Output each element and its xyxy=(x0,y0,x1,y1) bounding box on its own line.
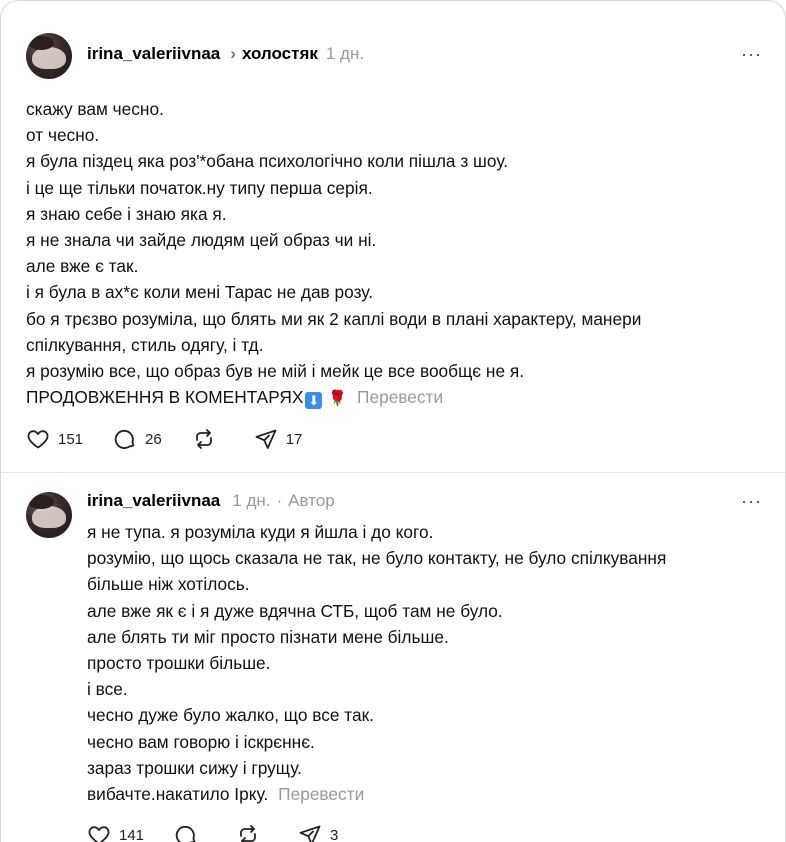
like-count: 141 xyxy=(119,826,145,842)
post-line: бо я трєзво розуміла, що блять ми як 2 к… xyxy=(26,308,642,329)
reply-line: просто трошки більше. xyxy=(87,653,271,674)
timestamp: 1 дн. xyxy=(232,491,271,510)
heart-icon xyxy=(27,430,49,449)
reply-line: але вже як є і я дуже вдячна СТБ, щоб та… xyxy=(87,600,503,621)
reply-line: чесно дуже було жалко, що все так. xyxy=(87,705,374,726)
like-count: 151 xyxy=(58,430,84,448)
username[interactable]: irina_valeriivnaa xyxy=(87,491,220,511)
share-button[interactable]: 17 xyxy=(254,427,303,451)
comment-icon xyxy=(175,825,196,842)
reply-line: вибачте.накатило Ірку. xyxy=(87,784,269,805)
post-actions: 151 26 17 xyxy=(26,427,332,451)
post-line: от чесно. xyxy=(26,125,100,146)
timestamp: 1 дн. xyxy=(325,44,365,63)
reply-line: більше ніж хотілось. xyxy=(87,574,250,595)
comment-button[interactable]: 26 xyxy=(113,427,162,451)
reply-body: я не тупа. я розуміла куди я йшла і до к… xyxy=(87,519,666,807)
username[interactable]: irina_valeriivnaa xyxy=(87,44,220,64)
share-count: 3 xyxy=(330,826,339,842)
like-button[interactable]: 151 xyxy=(26,427,83,451)
post-line: скажу вам чесно. xyxy=(26,99,164,119)
repost-button[interactable] xyxy=(192,427,224,451)
avatar[interactable] xyxy=(26,33,72,79)
repost-icon xyxy=(195,429,212,449)
comment-button[interactable] xyxy=(174,823,206,842)
heart-icon xyxy=(88,826,110,842)
topic-tag[interactable]: холостяк xyxy=(242,44,318,64)
repost-icon xyxy=(240,825,256,842)
share-count: 17 xyxy=(285,430,303,448)
reply-line: розумію, що щось сказала не так, не було… xyxy=(87,548,667,569)
reply-actions: 141 3 xyxy=(87,823,368,842)
translate-link[interactable]: Перевести xyxy=(357,387,443,407)
more-options-icon[interactable]: ··· xyxy=(741,44,762,65)
post-line: я була піздец яка роз'*обана психологічн… xyxy=(26,151,509,172)
reply-line: але блять ти міг просто пізнати мене біл… xyxy=(87,626,449,647)
reply-line: зараз трошки сижу і грущу. xyxy=(87,757,302,778)
translate-link[interactable]: Перевести xyxy=(278,784,364,804)
reply-line: і все. xyxy=(87,679,128,700)
down-arrow-emoji: ⬇ xyxy=(305,392,323,410)
author-badge: Автор xyxy=(288,491,335,510)
rose-emoji: 🌹 xyxy=(328,390,348,408)
share-button[interactable]: 3 xyxy=(298,823,338,842)
send-icon xyxy=(255,429,277,449)
post-line: я знаю себе і знаю яка я. xyxy=(26,203,227,224)
thread-card: irina_valeriivnaa › холостяк 1 дн. ··· с… xyxy=(0,0,786,842)
post-line: спілкування, стиль одягу, і тд. xyxy=(26,334,264,355)
post-line: і це ще тільки початок.ну типу перша сер… xyxy=(26,177,373,198)
more-options-icon[interactable]: ··· xyxy=(741,491,762,512)
like-button[interactable]: 141 xyxy=(87,823,144,842)
send-icon xyxy=(299,825,321,842)
post-line: але вже є так. xyxy=(26,256,139,277)
avatar[interactable] xyxy=(26,492,72,538)
comment-count: 26 xyxy=(145,430,162,448)
post-body: скажу вам чесно. от чесно. я була піздец… xyxy=(26,96,641,412)
divider xyxy=(1,472,785,473)
chevron-right-icon: › xyxy=(230,44,236,63)
reply-line: я не тупа. я розуміла куди я йшла і до к… xyxy=(87,522,434,542)
post-line: я розумію все, що образ був не мій і мей… xyxy=(26,361,525,382)
post-header: irina_valeriivnaa › холостяк 1 дн. xyxy=(87,44,364,64)
repost-button[interactable] xyxy=(236,823,268,842)
post-line: ПРОДОВЖЕННЯ В КОМЕНТАРЯХ xyxy=(26,387,304,408)
post-line: я не знала чи зайде людям цей образ чи н… xyxy=(26,230,377,251)
comment-icon xyxy=(114,429,135,449)
post-last-line: ПРОДОВЖЕННЯ В КОМЕНТАРЯХ ⬇ 🌹 Перевести xyxy=(26,384,641,412)
separator-dot: · xyxy=(276,491,283,510)
reply-line: чесно вам говорю і іскрєннє. xyxy=(87,731,315,752)
reply-last-line: вибачте.накатило Ірку. Перевести xyxy=(87,781,666,807)
reply-header: irina_valeriivnaa 1 дн. · Автор xyxy=(87,491,335,511)
post-line: і я була в ах*є коли мені Тарас не дав р… xyxy=(26,282,374,303)
